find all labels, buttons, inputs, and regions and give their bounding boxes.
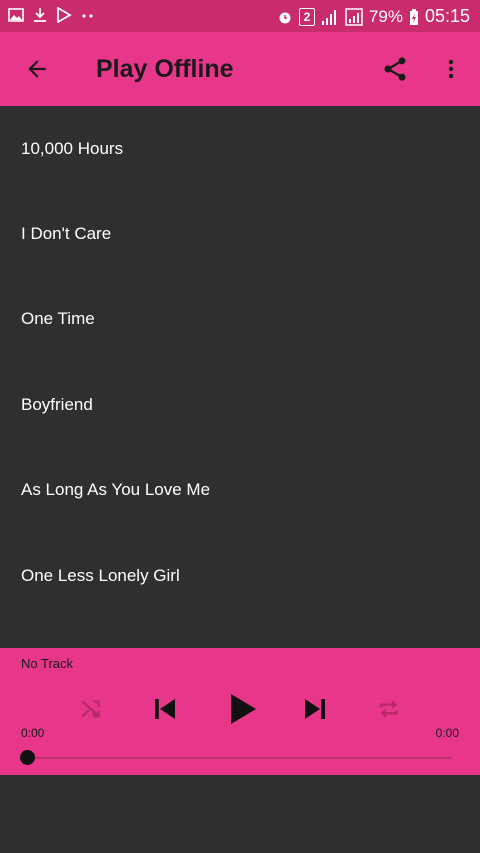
now-playing-label: No Track <box>21 656 74 671</box>
page-title: Play Offline <box>96 55 234 83</box>
status-left-icons <box>8 7 96 23</box>
elapsed-time: 0:00 <box>21 726 45 740</box>
download-icon <box>34 8 46 22</box>
play-button[interactable] <box>218 686 264 732</box>
empty-bottom-area <box>0 775 480 853</box>
seek-bar-track[interactable] <box>28 757 452 759</box>
player-panel: No Track 0:00 0:00 <box>0 648 480 775</box>
next-button[interactable] <box>296 690 334 728</box>
skip-previous-icon <box>155 699 175 719</box>
skip-next-icon <box>305 699 325 719</box>
play-icon <box>231 694 256 724</box>
share-button[interactable] <box>372 46 418 92</box>
total-duration: 0:00 <box>435 726 459 740</box>
previous-button[interactable] <box>146 690 184 728</box>
more-options-button[interactable] <box>428 46 474 92</box>
shuffle-icon <box>81 700 101 718</box>
more-vert-icon <box>448 59 454 79</box>
track-list: 10,000 Hours I Don't Care One Time Boyfr… <box>0 106 480 618</box>
app-toolbar: Play Offline <box>0 32 480 106</box>
track-item[interactable]: One Time <box>0 277 480 362</box>
track-item[interactable]: I Don't Care <box>0 191 480 276</box>
track-item[interactable]: As Long As You Love Me <box>0 448 480 533</box>
battery-charging-icon <box>409 8 418 25</box>
battery-percentage: 79% <box>368 6 403 26</box>
repeat-icon <box>380 700 398 718</box>
gallery-icon <box>8 8 24 22</box>
signal-icon <box>345 7 363 26</box>
play-store-icon <box>57 7 72 23</box>
status-bar: 2 79% 05:15 <box>0 0 480 32</box>
sim-badge: 2 <box>298 7 315 26</box>
share-icon <box>384 57 406 81</box>
track-item[interactable]: 10,000 Hours <box>0 106 480 191</box>
back-button[interactable] <box>14 46 60 92</box>
alarm-icon <box>279 12 291 23</box>
clock: 05:15 <box>424 6 470 26</box>
dots-icon <box>82 14 93 18</box>
signal-icon <box>321 9 336 25</box>
track-item[interactable]: Boyfriend <box>0 362 480 447</box>
track-item[interactable]: One Less Lonely Girl <box>0 533 480 618</box>
seek-bar-thumb[interactable] <box>20 750 35 765</box>
shuffle-button[interactable] <box>74 692 108 726</box>
status-right-icons: 2 79% 05:15 <box>277 6 470 27</box>
repeat-button[interactable] <box>372 692 406 726</box>
back-arrow-icon <box>28 60 46 78</box>
